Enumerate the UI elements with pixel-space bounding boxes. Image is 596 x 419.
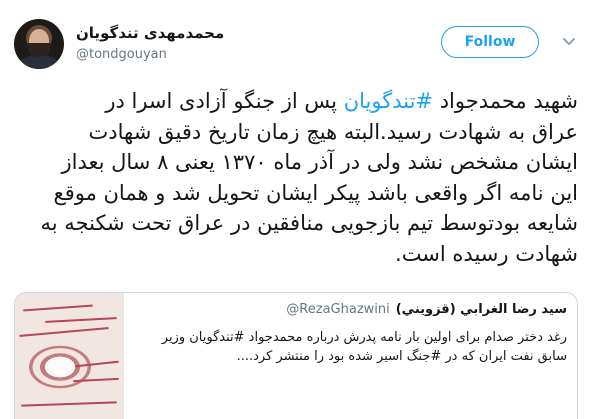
follow-button[interactable]: Follow — [441, 26, 539, 58]
quoted-tweet-card[interactable]: @RezaGhazwini سید رضا الغرابي (قزويني) ر… — [14, 292, 578, 419]
quoted-tweet-text: رغد دختر صدام برای اولین بار نامه پدرش د… — [161, 330, 567, 364]
handwriting-stroke — [23, 304, 93, 312]
avatar[interactable] — [14, 19, 64, 69]
quoted-tweet-image[interactable] — [15, 293, 124, 419]
avatar-coat — [19, 55, 59, 69]
hashtag-link[interactable]: #تندگویان — [344, 89, 433, 113]
quoted-author-name[interactable]: سید رضا الغرابي (قزويني) — [396, 302, 567, 317]
quoted-author-handle[interactable]: @RezaGhazwini — [286, 302, 389, 317]
chevron-down-icon[interactable] — [561, 33, 577, 49]
author-handle[interactable]: @tondgouyan — [76, 47, 167, 62]
avatar-beard — [28, 43, 50, 57]
tweet-text-start: شهید محمدجواد — [433, 89, 578, 113]
handwriting-stroke — [19, 327, 109, 337]
stamp-seal — [25, 343, 95, 391]
quoted-tweet-author[interactable]: @RezaGhazwini سید رضا الغرابي (قزويني) — [137, 302, 567, 317]
tweet-text-line1-end: پس از جنگو آزادی اسرا در — [105, 89, 344, 113]
tweet-text-rest: عراق به شهادت رسید.البته هیچ زمان تاریخ … — [40, 119, 578, 266]
tweet-text: شهید محمدجواد #تندگویان پس از جنگو آزادی… — [14, 86, 578, 269]
author-display-name[interactable]: محمدمهدی تندگویان — [76, 24, 224, 42]
handwriting-stroke — [20, 401, 118, 407]
handwriting-stroke — [44, 317, 118, 323]
